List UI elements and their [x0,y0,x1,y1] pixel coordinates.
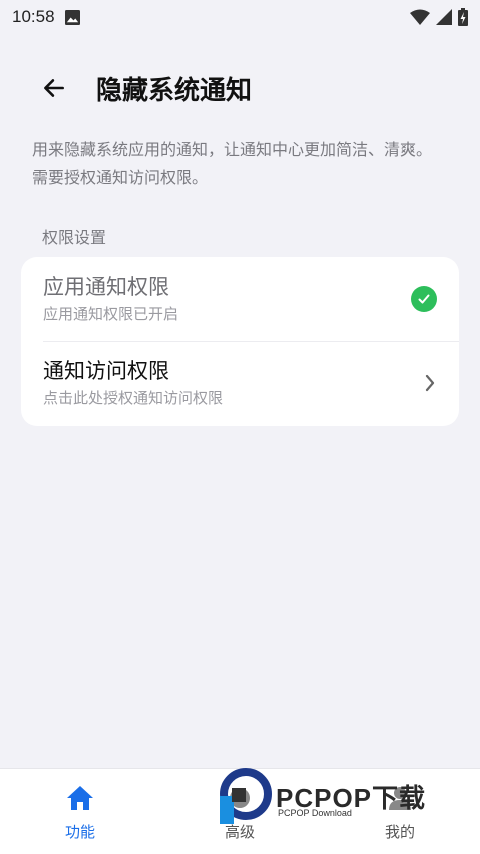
home-icon [67,786,93,810]
bottom-nav: 功能 高级 我的 [0,768,480,854]
status-time: 10:58 [12,7,55,26]
signal-icon [436,9,452,25]
check-circle-icon [411,286,437,312]
nav-item-features[interactable]: 功能 [0,769,160,854]
row-title: 通知访问权限 [43,359,169,383]
back-button[interactable] [28,62,80,114]
row-subtitle: 应用通知权限已开启 [43,305,179,323]
image-icon [64,9,80,25]
wifi-icon [410,9,430,25]
page-title: 隐藏系统通知 [96,75,253,106]
advanced-icon [230,788,250,808]
section-label: 权限设置 [42,228,107,247]
status-bar: 10:58 [0,0,480,34]
nav-item-mine[interactable]: 我的 [320,769,480,854]
permission-card: 应用通知权限 应用通知权限已开启 通知访问权限 点击此处授权通知访问权限 [21,257,459,426]
status-icons [410,8,468,26]
permission-row-app-notification[interactable]: 应用通知权限 应用通知权限已开启 [21,257,459,341]
arrow-left-icon [44,79,64,97]
nav-item-advanced[interactable]: 高级 [160,769,320,854]
nav-label: 我的 [384,823,415,841]
person-icon [389,787,411,810]
row-title: 应用通知权限 [43,275,169,299]
chevron-right-icon [425,374,435,392]
permission-row-notification-access[interactable]: 通知访问权限 点击此处授权通知访问权限 [21,341,459,425]
battery-icon [458,8,468,26]
nav-label: 高级 [224,823,255,841]
row-subtitle: 点击此处授权通知访问权限 [43,389,224,407]
nav-label: 功能 [64,823,95,841]
page-description: 用来隐藏系统应用的通知，让通知中心更加简洁、清爽。需要授权通知访问权限。 [32,140,433,187]
header: 隐藏系统通知 [0,58,480,118]
